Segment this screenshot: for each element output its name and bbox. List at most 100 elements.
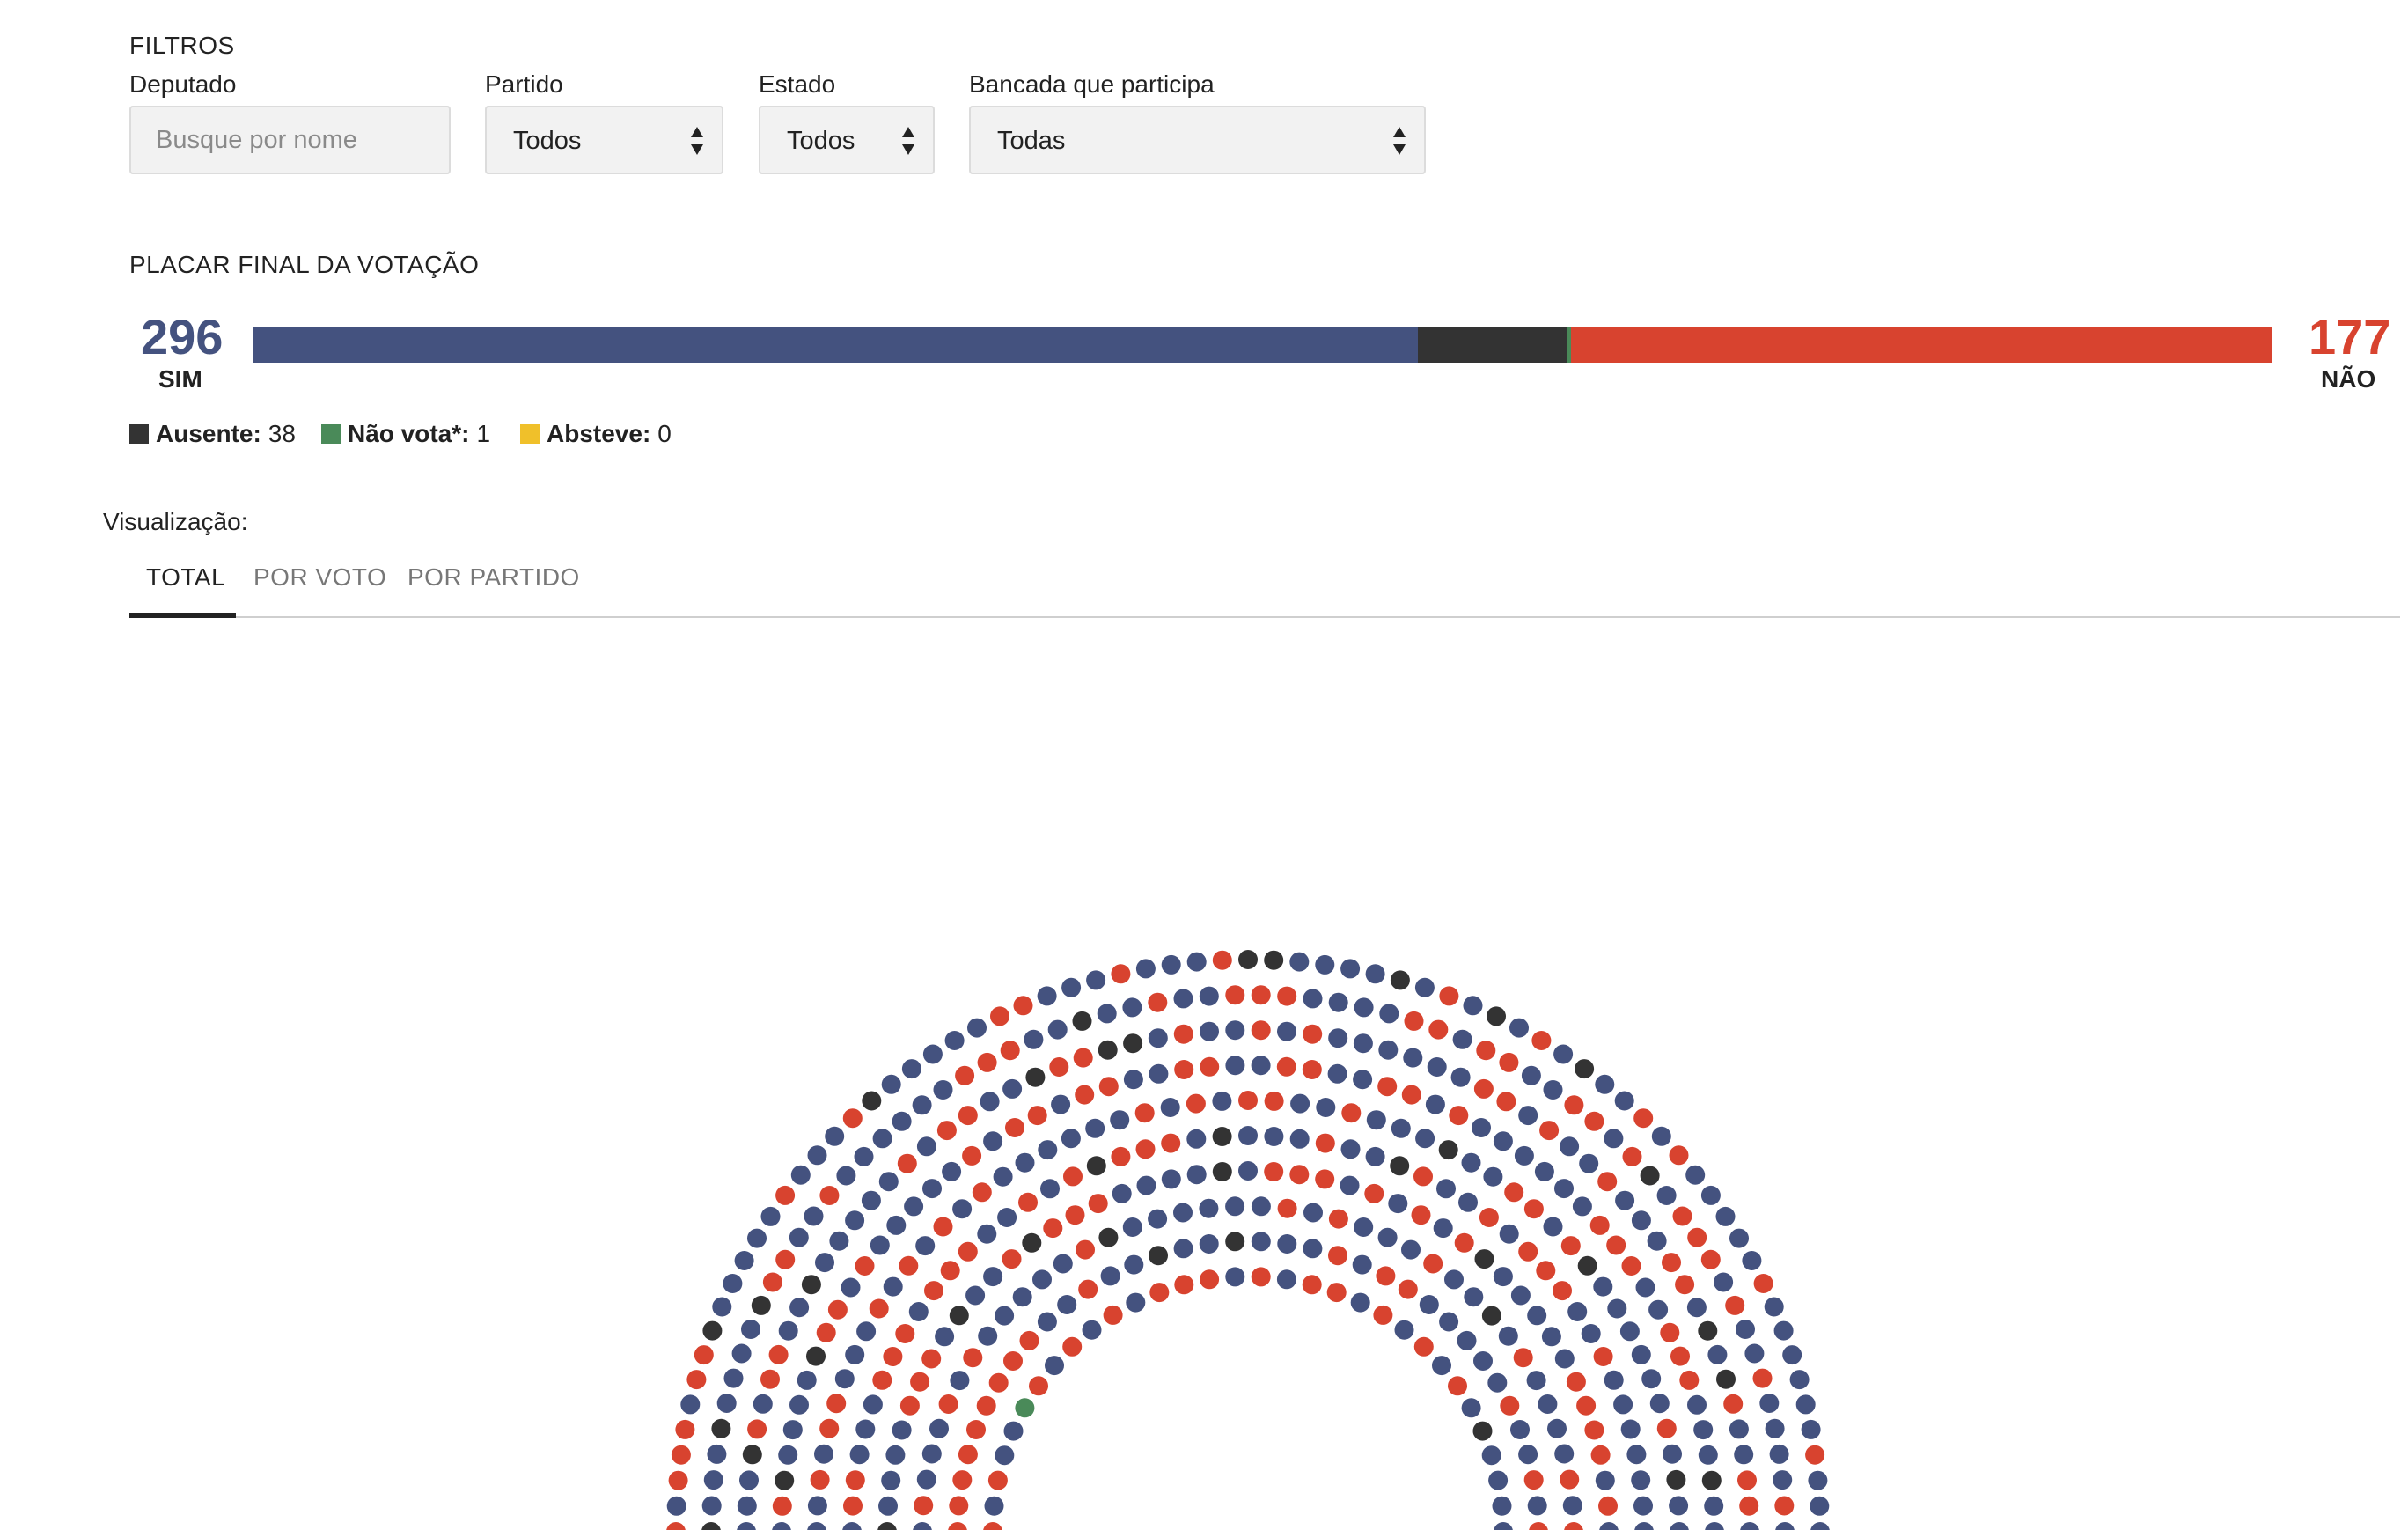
seat-dot-sim[interactable] [1604, 1129, 1624, 1149]
seat-dot-nao[interactable] [762, 1272, 782, 1292]
seat-dot-nao[interactable] [1062, 1336, 1083, 1357]
seat-dot-nao[interactable] [952, 1470, 973, 1490]
seat-dot-sim[interactable] [1567, 1302, 1588, 1321]
seat-dot-nao[interactable] [1566, 1372, 1586, 1392]
seat-dot-nao[interactable] [1364, 1183, 1384, 1203]
seat-dot-nao[interactable] [1277, 1198, 1297, 1218]
seat-dot-nao[interactable] [1376, 1266, 1396, 1286]
seat-dot-sim[interactable] [836, 1166, 856, 1186]
seat-dot-sim[interactable] [1613, 1394, 1633, 1415]
seat-dot-sim[interactable] [1251, 1196, 1271, 1217]
seat-dot-sim[interactable] [1328, 1028, 1348, 1048]
seat-dot-sim[interactable] [1521, 1065, 1541, 1085]
seat-dot-sim[interactable] [1086, 970, 1106, 990]
seat-dot-sim[interactable] [1085, 1118, 1105, 1138]
seat-dot-sim[interactable] [1212, 1091, 1232, 1111]
seat-dot-sim[interactable] [1186, 1165, 1207, 1185]
seat-dot-sim[interactable] [933, 1080, 953, 1100]
seat-dot-sim[interactable] [1715, 1206, 1736, 1226]
seat-dot-nao[interactable] [938, 1394, 958, 1414]
seat-dot-nao[interactable] [1411, 1205, 1431, 1225]
seat-dot-sim[interactable] [666, 1496, 686, 1516]
seat-dot-nao[interactable] [1439, 986, 1459, 1006]
seat-dot-sim[interactable] [1729, 1419, 1749, 1439]
seat-dot-nao[interactable] [1590, 1445, 1611, 1465]
seat-dot-sim[interactable] [915, 1236, 936, 1256]
seat-dot-ausente[interactable] [1225, 1232, 1245, 1252]
seat-dot-sim[interactable] [870, 1235, 890, 1255]
seat-dot-ausente[interactable] [1481, 1306, 1501, 1326]
seat-dot-sim[interactable] [1394, 1320, 1414, 1340]
seat-dot-sim[interactable] [1264, 1127, 1284, 1146]
seat-dot-ausente[interactable] [1098, 1227, 1119, 1247]
seat-dot-sim[interactable] [712, 1297, 732, 1317]
seat-dot-ausente[interactable] [877, 1522, 897, 1530]
seat-dot-ausente[interactable] [1666, 1469, 1686, 1490]
seat-dot-sim[interactable] [1514, 1145, 1534, 1166]
seat-dot-nao[interactable] [1302, 1275, 1322, 1295]
seat-dot-nao[interactable] [1251, 985, 1271, 1005]
seat-dot-nao[interactable] [1584, 1420, 1604, 1440]
seat-dot-nao[interactable] [1063, 1166, 1083, 1187]
seat-dot-sim[interactable] [703, 1470, 723, 1490]
seat-dot-nao[interactable] [1173, 1024, 1193, 1044]
seat-dot-sim[interactable] [1759, 1394, 1780, 1413]
seat-dot-sim[interactable] [1493, 1131, 1513, 1151]
seat-dot-nao[interactable] [948, 1522, 967, 1530]
seat-dot-sim[interactable] [1487, 1372, 1508, 1393]
seat-dot-sim[interactable] [1547, 1418, 1567, 1438]
seat-dot-sim[interactable] [849, 1445, 870, 1465]
seat-dot-ausente[interactable] [1149, 1246, 1168, 1266]
seat-dot-nao[interactable] [1029, 1376, 1048, 1396]
seat-dot-sim[interactable] [1037, 986, 1057, 1006]
seat-dot-sim[interactable] [789, 1394, 809, 1415]
seat-dot-sim[interactable] [1670, 1522, 1689, 1530]
seat-dot-sim[interactable] [1599, 1522, 1619, 1530]
seat-dot-ausente[interactable] [1025, 1067, 1046, 1087]
seat-dot-nao[interactable] [1496, 1092, 1516, 1112]
seat-dot-sim[interactable] [993, 1166, 1013, 1187]
seat-dot-sim[interactable] [842, 1522, 862, 1530]
seat-dot-sim[interactable] [1277, 1234, 1297, 1254]
seat-dot-nao[interactable] [1065, 1205, 1085, 1225]
seat-dot-sim[interactable] [680, 1394, 701, 1415]
seat-dot-sim[interactable] [1769, 1444, 1789, 1464]
seat-dot-ausente[interactable] [701, 1522, 721, 1530]
seat-dot-ausente[interactable] [775, 1470, 795, 1490]
seat-dot-sim[interactable] [760, 1206, 781, 1226]
seat-dot-sim[interactable] [841, 1277, 861, 1298]
seat-dot-nao[interactable] [1251, 1267, 1271, 1287]
seat-dot-sim[interactable] [1350, 1292, 1370, 1313]
seat-dot-sim[interactable] [878, 1496, 898, 1516]
seat-dot-sim[interactable] [950, 1371, 970, 1391]
seat-dot-sim[interactable] [1378, 1040, 1399, 1060]
seat-dot-ausente[interactable] [751, 1295, 771, 1315]
seat-dot-sim[interactable] [1543, 1217, 1563, 1237]
seat-dot-sim[interactable] [1538, 1394, 1558, 1414]
seat-dot-nao[interactable] [675, 1419, 695, 1439]
seat-dot-sim[interactable] [1698, 1445, 1718, 1465]
seat-dot-sim[interactable] [1498, 1326, 1518, 1346]
seat-dot-sim[interactable] [977, 1224, 997, 1244]
seat-dot-nao[interactable] [1302, 1060, 1322, 1079]
seat-dot-nao[interactable] [1076, 1239, 1095, 1260]
seat-dot-sim[interactable] [1160, 1098, 1180, 1117]
seat-dot-nao[interactable] [1000, 1041, 1020, 1061]
seat-dot-sim[interactable] [1526, 1371, 1546, 1391]
seat-dot-sim[interactable] [1415, 1129, 1435, 1149]
seat-dot-sim[interactable] [855, 1419, 876, 1439]
seat-dot-nao[interactable] [1019, 1330, 1039, 1350]
seat-dot-sim[interactable] [1595, 1470, 1615, 1490]
seat-dot-sim[interactable] [1744, 1343, 1765, 1364]
seat-dot-nao[interactable] [1660, 1322, 1680, 1342]
seat-dot-sim[interactable] [1053, 1254, 1073, 1274]
seat-dot-sim[interactable] [1579, 1153, 1599, 1173]
seat-dot-sim[interactable] [1729, 1228, 1749, 1248]
seat-dot-sim[interactable] [1148, 1209, 1168, 1229]
seat-dot-sim[interactable] [856, 1321, 877, 1342]
seat-dot-sim[interactable] [916, 1136, 936, 1157]
seat-dot-sim[interactable] [1483, 1166, 1503, 1187]
seat-dot-sim[interactable] [1509, 1018, 1529, 1038]
seat-dot-nao[interactable] [958, 1106, 978, 1126]
seat-dot-nao[interactable] [772, 1496, 792, 1516]
